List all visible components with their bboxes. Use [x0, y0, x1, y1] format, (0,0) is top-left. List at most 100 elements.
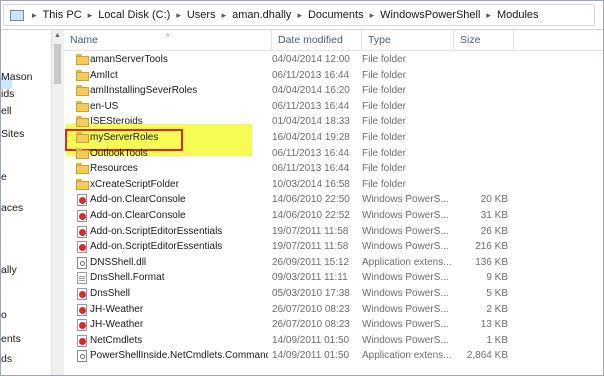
file-row[interactable]: Add-on.ClearConsole 14/06/2010 22:50 Windo…: [64, 192, 603, 207]
breadcrumb-chevron-icon[interactable]: ▸: [486, 10, 491, 21]
breadcrumb-item[interactable]: Users: [187, 9, 216, 21]
file-size: [450, 146, 508, 161]
file-size: 31 KB: [480, 210, 508, 221]
file-type: Windows PowerS...: [362, 303, 449, 315]
file-name: myServerRoles: [90, 132, 159, 143]
file-name: Add-on.ClearConsole: [90, 210, 186, 221]
script-icon: [76, 288, 89, 300]
breadcrumb-item[interactable]: Documents: [308, 9, 364, 21]
breadcrumb-item[interactable]: aman.dhally: [232, 9, 291, 21]
file-row[interactable]: Add-on.ClearConsole 14/06/2010 22:52 Windo…: [64, 208, 603, 223]
breadcrumb-chevron-icon[interactable]: ▸: [32, 10, 37, 21]
file-name: amanServerTools: [90, 54, 168, 65]
file-type: Windows PowerS...: [362, 334, 449, 346]
folder-icon: [76, 132, 89, 143]
file-type: File folder: [362, 69, 406, 81]
file-row[interactable]: en-US 06/11/2013 16:44 File folder: [64, 99, 603, 114]
nav-item[interactable]: ents: [1, 333, 21, 347]
file-row[interactable]: Add-on.ScriptEditorEssentials 19/07/2011 …: [64, 224, 603, 239]
column-header-name[interactable]: Name ^: [64, 30, 272, 50]
file-size: [450, 68, 508, 83]
file-date-modified: 14/09/2011 01:50: [272, 334, 350, 346]
file-date-modified: 06/11/2013 16:44: [272, 163, 350, 175]
folder-icon: [76, 116, 89, 128]
file-row[interactable]: AmlIct 06/11/2013 16:44 File folder: [64, 68, 603, 83]
script-icon: [76, 319, 89, 332]
nav-item[interactable]: ids: [1, 88, 14, 102]
file-size: [450, 130, 508, 145]
file-name: Add-on.ScriptEditorEssentials: [90, 225, 223, 237]
file-type: Windows PowerS...: [362, 225, 449, 237]
file-row[interactable]: xCreateScriptFolder 10/03/2014 16:58 File …: [64, 177, 603, 192]
file-row[interactable]: JH-Weather 26/07/2010 08:23 Windows PowerS…: [64, 302, 603, 317]
file-date-modified: 05/03/2010 17:38: [272, 288, 350, 299]
nav-item[interactable]: ally: [1, 264, 17, 278]
file-name: AmlIct: [90, 69, 118, 81]
breadcrumb[interactable]: ▸ This PC ▸ Local Disk (C:) ▸ Users ▸ aman.dhal…: [3, 4, 595, 26]
file-name: ISESteroids: [90, 116, 143, 128]
format-icon: [76, 272, 89, 285]
breadcrumb-item[interactable]: This PC: [43, 9, 82, 21]
breadcrumb-chevron-icon[interactable]: ▸: [222, 10, 227, 21]
nav-item[interactable]: ds: [1, 353, 12, 367]
file-row[interactable]: Add-on.ScriptEditorEssentials 19/07/2011 …: [64, 239, 603, 254]
column-header-type-label: Type: [368, 34, 391, 46]
breadcrumb-chevron-icon[interactable]: ▸: [297, 10, 302, 21]
breadcrumb-item[interactable]: WindowsPowerShell: [380, 9, 480, 21]
file-size: [450, 52, 508, 67]
file-row[interactable]: PowerShellInside.NetCmdlets.Command... 14…: [64, 348, 603, 363]
file-row[interactable]: ISESteroids 01/04/2014 18:33 File folder: [64, 114, 603, 129]
file-row[interactable]: DnsShell.Format 09/03/2011 11:11 Windows P…: [64, 270, 603, 285]
column-header-type[interactable]: Type: [362, 30, 454, 50]
nav-item[interactable]: Sites: [1, 128, 24, 142]
file-size: [450, 177, 508, 192]
file-name: en-US: [90, 100, 119, 112]
scroll-up-icon[interactable]: ▲: [54, 32, 61, 39]
nav-item[interactable]: aces: [1, 202, 23, 216]
address-bar[interactable]: ▸ This PC ▸ Local Disk (C:) ▸ Users ▸ aman.dhal…: [1, 1, 603, 30]
file-size: [450, 161, 508, 176]
breadcrumb-chevron-icon[interactable]: ▸: [176, 10, 181, 21]
breadcrumb-chevron-icon[interactable]: ▸: [370, 10, 375, 21]
navigation-scrollbar[interactable]: ▲: [51, 30, 64, 375]
file-row[interactable]: DNSShell.dll 26/09/2011 15:12 Application …: [64, 255, 603, 270]
nav-item[interactable]: e: [1, 171, 7, 185]
folder-icon: [76, 178, 89, 190]
file-row[interactable]: amlInstallingSeverRoles 04/04/2014 16:20 F…: [64, 83, 603, 98]
file-row[interactable]: NetCmdlets 14/09/2011 01:50 Windows PowerS…: [64, 333, 603, 348]
column-header-date[interactable]: Date modified: [272, 30, 362, 50]
file-date-modified: 10/03/2014 16:58: [272, 178, 350, 190]
file-type: File folder: [362, 54, 406, 65]
breadcrumb-item[interactable]: Local Disk (C:): [98, 9, 170, 21]
file-row[interactable]: amanServerTools 04/04/2014 12:00 File fold…: [64, 52, 603, 67]
file-name: JH-Weather: [90, 319, 144, 331]
file-name: DnsShell.Format: [90, 272, 165, 284]
breadcrumb-chevron-icon[interactable]: ▸: [88, 10, 93, 21]
folder-icon: [76, 69, 89, 81]
file-date-modified: 16/04/2014 19:28: [272, 132, 350, 143]
file-name: OutlookTools: [90, 147, 148, 159]
file-list[interactable]: Name ^ Date modified Type Size amanServe…: [64, 30, 603, 375]
file-row[interactable]: DnsShell 05/03/2010 17:38 Windows PowerS..…: [64, 286, 603, 301]
file-type: File folder: [362, 163, 406, 175]
file-name: Resources: [90, 163, 138, 175]
script-icon: [76, 334, 89, 347]
breadcrumb-item[interactable]: Modules: [497, 9, 539, 21]
scrollbar-thumb[interactable]: [54, 44, 61, 84]
file-date-modified: 19/07/2011 11:58: [272, 241, 349, 253]
nav-item[interactable]: Mason: [1, 71, 33, 85]
file-row[interactable]: Resources 06/11/2013 16:44 File folder: [64, 161, 603, 176]
nav-item[interactable]: o: [1, 309, 7, 323]
file-type: File folder: [362, 178, 406, 190]
file-row[interactable]: JH-Weather 26/07/2010 08:23 Windows PowerS…: [64, 317, 603, 332]
navigation-pane[interactable]: Mason ids ell Sites e aces ally o ents ds: [1, 30, 51, 375]
column-header-size[interactable]: Size: [454, 30, 514, 50]
file-size: 1 KB: [486, 334, 508, 346]
file-row[interactable]: OutlookTools 06/11/2013 16:44 File folder: [64, 146, 603, 161]
file-type: File folder: [362, 100, 406, 112]
file-date-modified: 14/09/2011 01:50: [272, 350, 350, 362]
file-type: File folder: [362, 132, 406, 143]
script-icon: [76, 210, 89, 222]
nav-item[interactable]: ell: [1, 105, 12, 119]
file-row[interactable]: myServerRoles 16/04/2014 19:28 File folder: [64, 130, 603, 145]
